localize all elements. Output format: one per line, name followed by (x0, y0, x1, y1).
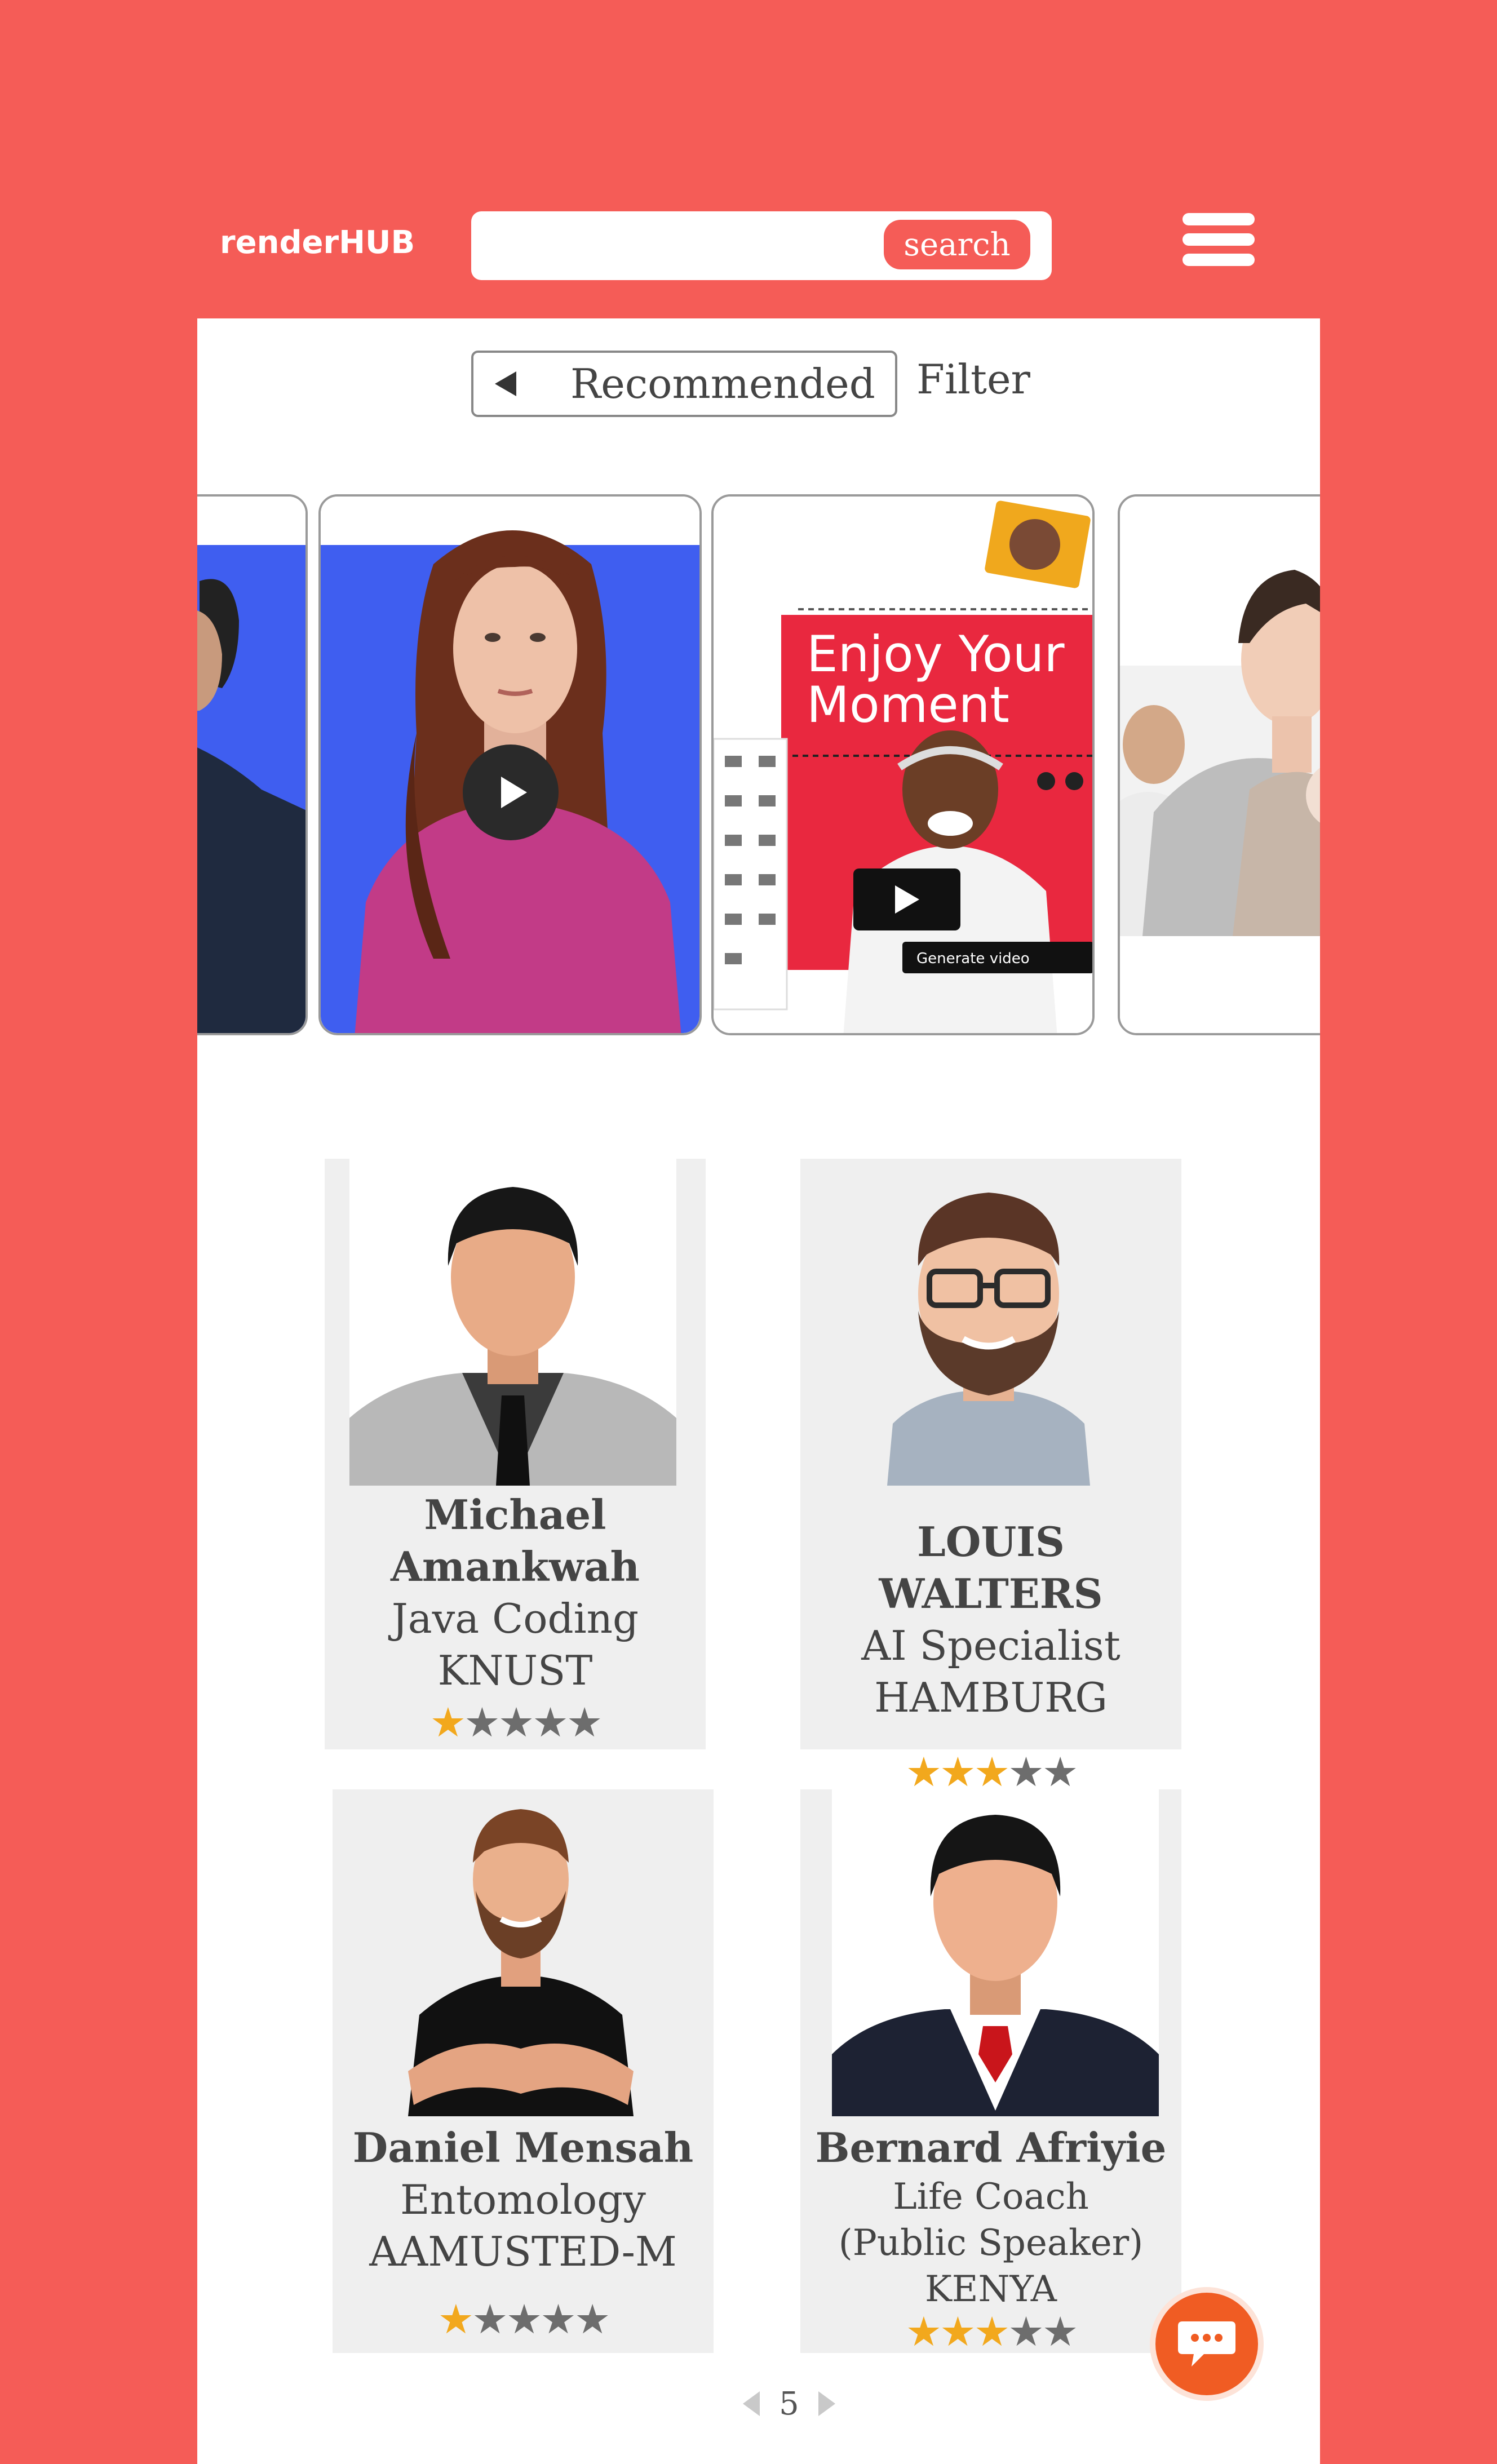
star-rating: ★ ★ ★ ★ ★ (800, 2306, 1181, 2357)
profile-name-line2: Amankwah (391, 1543, 640, 1590)
profile-info: Daniel Mensah Entomology AAMUSTED-M ★ ★ ★ ★… (333, 2122, 714, 2345)
profile-card[interactable]: Daniel Mensah Entomology AAMUSTED-M ★ ★ ★ ★… (333, 1789, 714, 2353)
profile-info: Michael Amankwah Java Coding KNUST ★ ★ ★ ★ ★ (325, 1489, 706, 1748)
profile-subject-line2: (Public Speaker) (838, 2222, 1144, 2264)
profile-location: KNUST (437, 1647, 593, 1694)
profile-info: LOUIS WALTERS AI Specialist HAMBURG ★ ★ ★ ★… (800, 1516, 1181, 1798)
star-empty-icon: ★ (574, 2295, 611, 2343)
star-empty-icon: ★ (464, 1699, 501, 1746)
star-empty-icon: ★ (1042, 2308, 1079, 2355)
profile-card[interactable]: Bernard Afriyie Life Coach (Public Speak… (800, 1789, 1181, 2355)
carousel-slide[interactable]: Generate video Enjoy Your Moment (711, 494, 1095, 1035)
slide-thumbnail (1120, 497, 1320, 1033)
profile-avatar (349, 1159, 676, 1486)
next-page-icon[interactable] (818, 2391, 835, 2416)
profile-name-line1: Michael (424, 1491, 606, 1539)
search-input[interactable] (488, 223, 885, 269)
play-icon[interactable] (463, 744, 559, 840)
search-bar: search (471, 211, 1052, 280)
profile-subject: Life Coach (893, 2176, 1089, 2218)
profile-location: AAMUSTED-M (369, 2228, 677, 2275)
star-filled-icon: ★ (437, 2295, 475, 2343)
profile-name: LOUIS WALTERS (879, 1518, 1103, 1617)
star-filled-icon: ★ (973, 2308, 1011, 2355)
hamburger-menu-icon[interactable] (1182, 213, 1255, 267)
profile-avatar (357, 1789, 684, 2116)
main-panel: Recommended Filter Generate video Enjoy … (197, 318, 1320, 2464)
carousel-slide[interactable] (1118, 494, 1320, 1035)
star-empty-icon: ★ (472, 2295, 508, 2343)
profile-subject: AI Specialist (861, 1622, 1120, 1669)
profile-avatar (832, 1789, 1159, 2116)
profile-name: Bernard Afriyie (815, 2124, 1167, 2171)
recommended-dropdown[interactable]: Recommended (471, 351, 897, 417)
star-filled-icon: ★ (940, 2308, 976, 2355)
profile-card[interactable]: Michael Amankwah Java Coding KNUST ★ ★ ★ ★ ★ (325, 1159, 706, 1749)
current-page: 5 (779, 2385, 799, 2422)
filter-button[interactable]: Filter (916, 356, 1030, 403)
profile-name: Daniel Mensah (352, 2124, 694, 2171)
slide-thumbnail: Generate video Enjoy Your Moment (714, 497, 1092, 1033)
search-button[interactable]: search (884, 220, 1030, 269)
profile-subject: Java Coding (391, 1595, 639, 1642)
slide-headline-2: Moment (807, 676, 1009, 734)
star-empty-icon: ★ (540, 2295, 577, 2343)
star-filled-icon: ★ (905, 2308, 942, 2355)
carousel-slide[interactable] (318, 494, 702, 1035)
slide-headline-1: Enjoy Your (807, 625, 1065, 683)
star-empty-icon: ★ (532, 1699, 569, 1746)
profile-subject: Entomology (400, 2176, 646, 2223)
star-rating: ★ ★ ★ ★ ★ (325, 1696, 706, 1748)
slide-thumbnail (197, 497, 305, 1033)
slide-cta-text: Generate video (916, 950, 1030, 967)
prev-page-icon[interactable] (743, 2391, 760, 2416)
profile-card[interactable]: LOUIS WALTERS AI Specialist HAMBURG ★ ★ ★ ★… (800, 1159, 1181, 1796)
carousel-slide[interactable] (197, 494, 308, 1035)
star-rating: ★ ★ ★ ★ ★ (333, 2293, 714, 2345)
star-empty-icon: ★ (1008, 2308, 1044, 2355)
video-carousel[interactable]: Generate video Enjoy Your Moment (197, 494, 1320, 1038)
recommended-label: Recommended (570, 360, 875, 407)
caret-left-icon (495, 371, 516, 396)
star-empty-icon: ★ (506, 2295, 543, 2343)
pagination: 5 (733, 2381, 845, 2426)
profile-location: HAMBURG (874, 1674, 1108, 1721)
chat-bubble-icon[interactable] (1155, 2293, 1258, 2395)
app-logo[interactable]: renderHUB (220, 224, 415, 261)
star-filled-icon: ★ (429, 1699, 467, 1746)
star-empty-icon: ★ (498, 1699, 535, 1746)
star-empty-icon: ★ (566, 1699, 603, 1746)
profile-info: Bernard Afriyie Life Coach (Public Speak… (800, 2122, 1181, 2357)
profile-avatar (825, 1159, 1152, 1486)
